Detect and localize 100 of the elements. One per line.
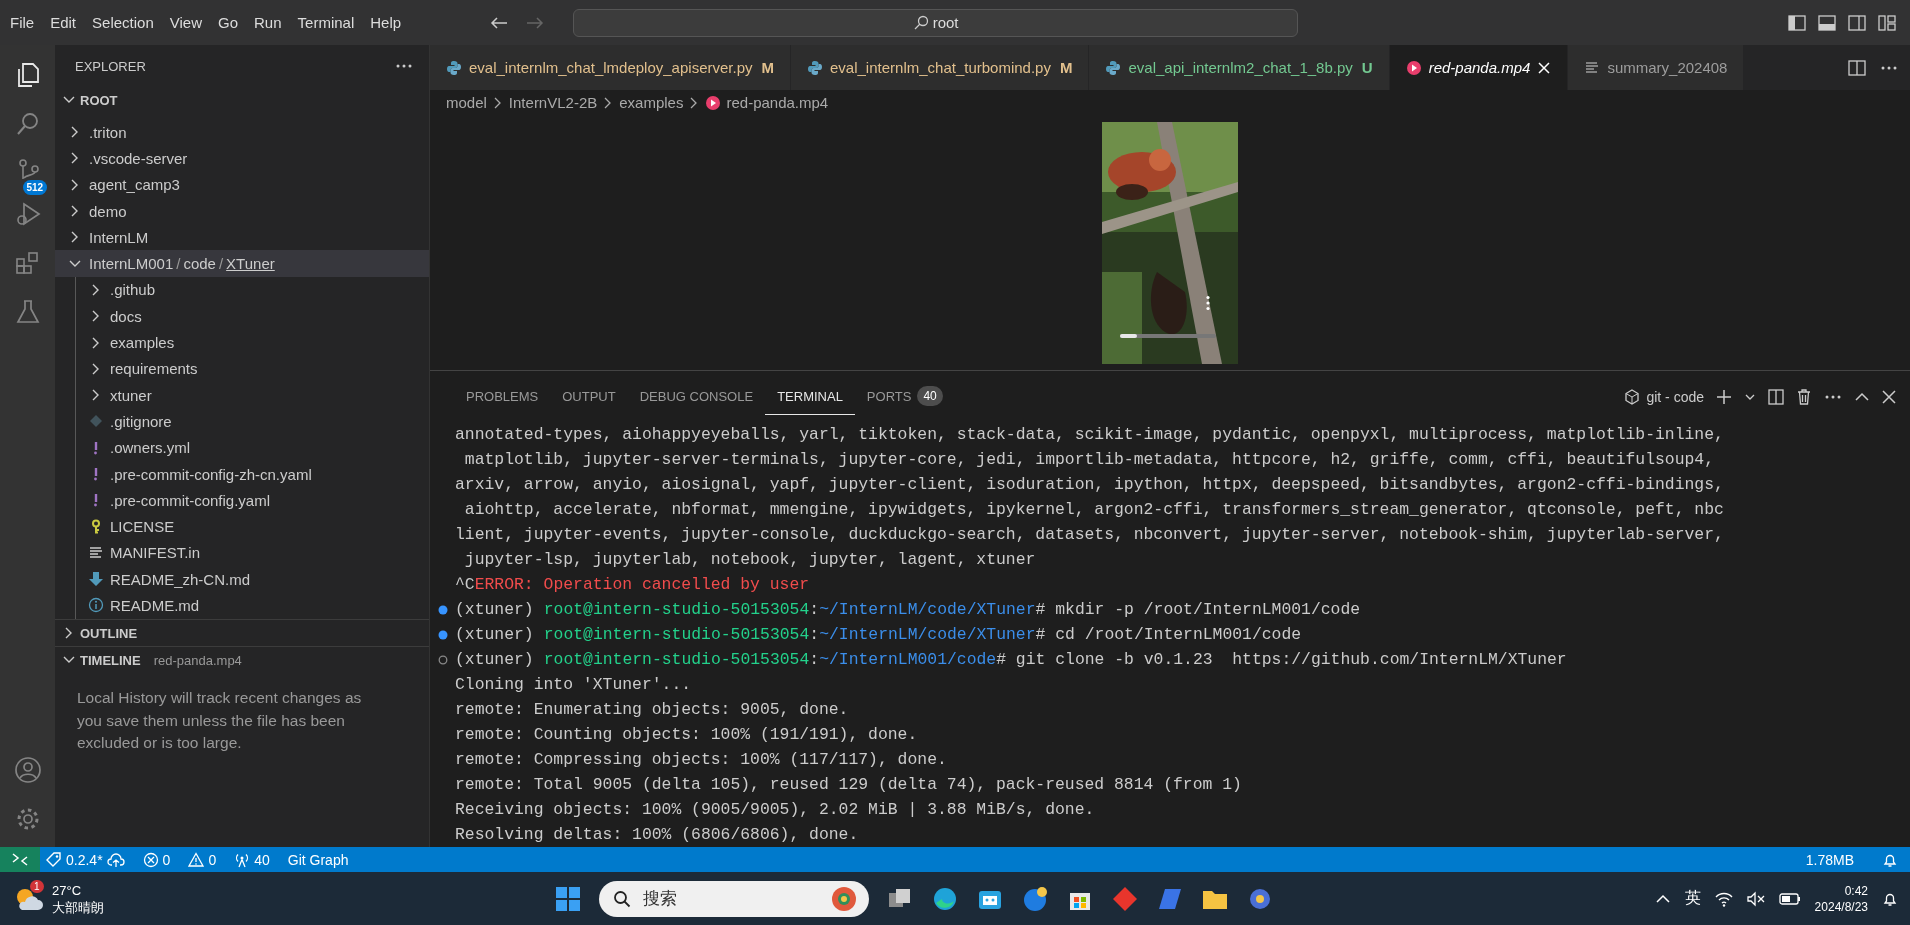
count-badge: 512 — [22, 180, 48, 195]
terminal-line: remote: Enumerating objects: 9005, done. — [455, 700, 849, 719]
tree-item[interactable]: README_zh-CN.md — [76, 566, 429, 593]
section-header[interactable]: TIMELINE red-panda.mp4 — [55, 646, 429, 673]
tree-item[interactable]: .owners.yml — [76, 434, 429, 461]
tree-item[interactable]: .gitignore — [76, 408, 429, 435]
tree-item[interactable]: InternLM001 / code / XTuner — [55, 250, 429, 277]
split-editor-icon[interactable] — [1848, 59, 1866, 76]
terminal-line: annotated-types, aiohappyeyeballs, yarl, tiktoken, stack-data, scikit-image, pydantic, openpyxl, multiprocess, matplotlib-inline, — [455, 425, 1724, 444]
filled-circle-icon[interactable] — [438, 605, 448, 615]
tree-item[interactable]: MANIFEST.in — [76, 539, 429, 567]
play-icon — [1405, 59, 1422, 76]
editor-tab[interactable]: eval_internlm_chat_turbomind.py M — [791, 45, 1090, 90]
hollow-circle-icon[interactable] — [438, 655, 448, 665]
path-separator: / — [176, 255, 181, 273]
error-icon — [142, 851, 159, 868]
back-arrow-icon[interactable] — [489, 14, 510, 31]
diamond-icon[interactable] — [1111, 884, 1139, 913]
menu-item[interactable]: Selection — [84, 10, 162, 35]
tree-item[interactable]: .triton — [55, 119, 429, 146]
breadcrumb-item[interactable]: examples — [619, 94, 684, 111]
account-icon[interactable] — [13, 756, 42, 784]
search-text: root — [932, 14, 959, 31]
wifi-icon[interactable] — [1714, 890, 1733, 907]
clock[interactable]: 0:42 2024/8/23 — [1814, 882, 1868, 915]
folder-name[interactable]: InternLM001 — [89, 255, 174, 273]
toggle-secondary-sidebar-icon[interactable] — [1848, 14, 1866, 31]
folder-name[interactable]: code — [183, 255, 216, 273]
editor-tab[interactable]: summary_202408 — [1568, 45, 1745, 90]
tree-item[interactable]: .vscode-server — [55, 145, 429, 172]
more-icon[interactable] — [1880, 64, 1898, 71]
tree-item[interactable]: docs — [76, 303, 429, 330]
trash-icon[interactable] — [1796, 388, 1812, 405]
breadcrumb-item[interactable]: model — [446, 94, 487, 111]
section-header[interactable]: ROOT — [55, 87, 429, 113]
menu-item[interactable]: View — [161, 10, 210, 35]
toggle-panel-icon[interactable] — [1818, 14, 1836, 31]
tree-item[interactable]: requirements — [76, 355, 429, 382]
section-header[interactable]: OUTLINE — [55, 619, 429, 646]
breadcrumb-item[interactable]: red-panda.mp4 — [726, 94, 829, 111]
panel-tab[interactable]: TERMINAL — [765, 378, 855, 415]
panel-tab[interactable]: PROBLEMS — [454, 378, 551, 415]
python-icon — [1105, 59, 1122, 76]
close-icon[interactable] — [1882, 389, 1896, 404]
input-method[interactable]: 英 — [1684, 888, 1701, 909]
tree-item[interactable]: InternLM — [55, 224, 429, 251]
tree-item[interactable]: .pre-commit-config.yaml — [76, 487, 429, 514]
tree-item[interactable]: LICENSE — [76, 513, 429, 540]
taskbar-search-field[interactable]: 搜索 — [599, 880, 869, 917]
terminal-line: aiohttp, accelerate, nbformat, mmengine, ipywidgets, ipykernel, argon2-cffi, transformers_stream_generator, qtconsole, peft, nbc — [463, 500, 1724, 519]
tree-item[interactable]: xtuner — [76, 381, 429, 409]
status-item[interactable]: 40 — [234, 851, 270, 868]
tree-item[interactable]: README.md — [76, 592, 429, 619]
search-field[interactable]: root — [573, 8, 1299, 37]
tree-item[interactable]: examples — [76, 329, 429, 356]
menu-item[interactable]: Go — [210, 10, 246, 35]
remote-icon[interactable] — [0, 847, 40, 872]
editor-tab[interactable]: eval_internlm_chat_lmdeploy_apiserver.py M — [430, 45, 791, 90]
progress-bar[interactable] — [1120, 334, 1216, 338]
terminal-line: remote: Total 9005 (delta 105), reused 129 (delta 74), pack-reused 8814 (from 1) — [455, 775, 1242, 794]
status-item[interactable]: Git Graph — [287, 851, 349, 868]
tree-item[interactable]: agent_camp3 — [55, 171, 429, 198]
menu-item[interactable]: Run — [246, 10, 290, 35]
antenna-icon — [234, 851, 251, 868]
more-vertical-icon[interactable] — [1205, 295, 1211, 311]
filled-circle-icon[interactable] — [438, 630, 448, 640]
folder-name[interactable]: XTuner — [226, 255, 275, 273]
terminal-selector[interactable]: git - code — [1624, 388, 1704, 405]
editor-tab[interactable]: eval_api_internlm2_chat_1_8b.py U — [1089, 45, 1390, 90]
windows-start-icon[interactable] — [554, 884, 582, 913]
editor-tab[interactable]: red-panda.mp4 — [1389, 45, 1569, 90]
split-terminal-icon[interactable] — [1768, 388, 1784, 405]
status-item[interactable]: 0 — [142, 851, 171, 868]
breadcrumb-item[interactable]: InternVL2-2B — [508, 94, 598, 111]
battery-icon[interactable] — [1778, 891, 1801, 906]
more-icon[interactable] — [1824, 393, 1842, 400]
customize-layout-icon[interactable] — [1878, 14, 1896, 31]
speaker-muted-icon[interactable] — [1746, 890, 1765, 907]
status-item[interactable]: 0 — [188, 851, 217, 868]
tree-item[interactable]: demo — [55, 197, 429, 225]
plus-icon[interactable] — [1716, 388, 1732, 405]
notification-badge: 1 — [30, 879, 44, 893]
status-item[interactable]: 1.78MB — [1805, 851, 1854, 868]
panel-tab[interactable]: PORTS 40 — [854, 378, 955, 415]
more-icon[interactable] — [395, 63, 413, 69]
panel-tab[interactable]: OUTPUT — [550, 378, 628, 415]
terminal-line: Resolving deltas: 100% (6806/6806), done. — [455, 825, 859, 844]
terminal-line: Receiving objects: 100% (9005/9005), 2.02 MiB | 3.88 MiB/s, done. — [455, 800, 1095, 819]
menu-item[interactable]: Help — [362, 10, 410, 35]
command-text: # git clone -b v0.1.23 https://github.com/InternLM/XTuner — [996, 650, 1567, 669]
panel-tab[interactable]: DEBUG CONSOLE — [627, 378, 766, 415]
menu-item[interactable]: Edit — [42, 10, 85, 35]
toggle-sidebar-icon[interactable] — [1788, 14, 1806, 31]
python-icon — [446, 59, 462, 76]
tree-item[interactable]: .pre-commit-config-zh-cn.yaml — [76, 460, 429, 488]
menu-item[interactable]: File — [2, 10, 43, 35]
terminal-text: ^C — [455, 575, 475, 594]
tree-item[interactable]: .github — [76, 276, 429, 304]
status-item[interactable]: 0.2.4* — [46, 851, 125, 868]
menu-item[interactable]: Terminal — [289, 10, 363, 35]
